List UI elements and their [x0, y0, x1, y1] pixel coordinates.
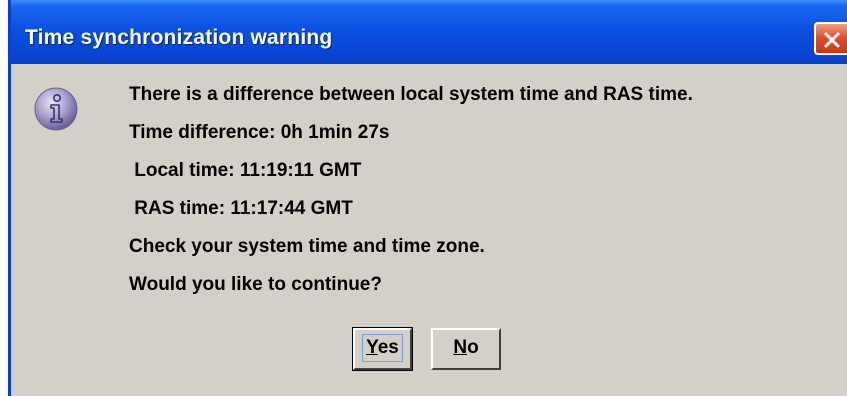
message-line-check-time: Check your system time and time zone. [129, 236, 485, 257]
dialog-body: There is a difference between local syst… [11, 64, 847, 396]
message-line-difference: There is a difference between local syst… [129, 84, 693, 105]
message-line-ras-time: RAS time: 11:17:44 GMT [129, 198, 353, 219]
window-title: Time synchronization warning [25, 26, 333, 49]
information-icon [33, 86, 79, 132]
yes-button-label: Yes [362, 334, 403, 362]
yes-button[interactable]: Yes [352, 327, 413, 371]
time-sync-warning-dialog: Time synchronization warning There is a … [8, 0, 847, 396]
close-icon [824, 32, 840, 48]
close-button[interactable] [814, 22, 847, 55]
message-line-question: Would you like to continue? [129, 274, 382, 295]
background-strip [0, 0, 8, 396]
message-line-local-time: Local time: 11:19:11 GMT [129, 160, 362, 181]
message-line-time-difference: Time difference: 0h 1min 27s [129, 122, 390, 143]
title-bar[interactable]: Time synchronization warning [11, 0, 847, 64]
no-button-label: No [453, 337, 479, 358]
no-button[interactable]: No [431, 328, 501, 370]
